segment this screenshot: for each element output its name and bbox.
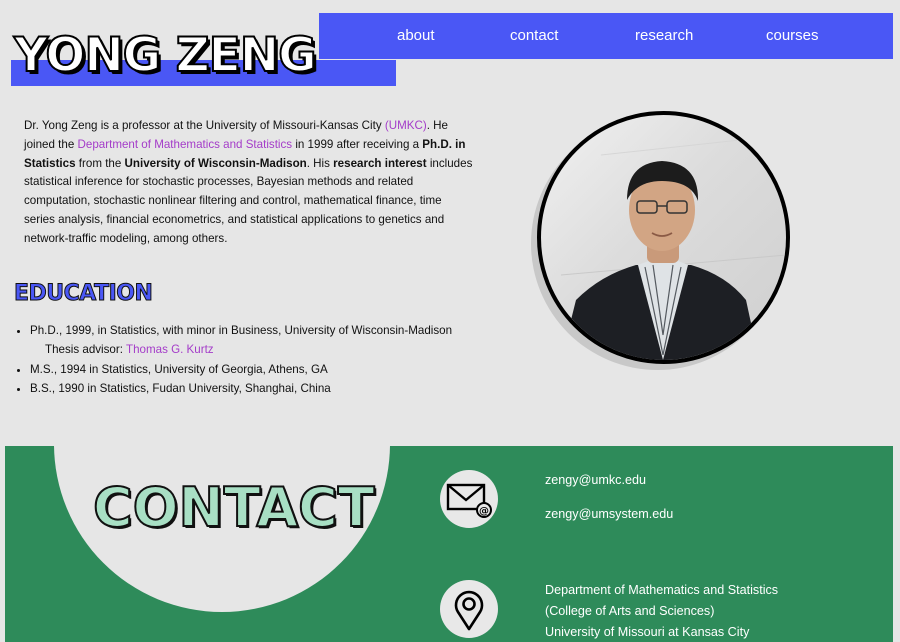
thesis-advisor: Thesis advisor: Thomas G. Kurtz	[30, 340, 452, 359]
address-line-1: Department of Mathematics and Statistics	[545, 583, 779, 597]
list-item: M.S., 1994 in Statistics, University of …	[30, 360, 452, 379]
email-secondary[interactable]: zengy@umsystem.edu	[545, 504, 673, 525]
bio-text: Dr. Yong Zeng is a professor at the Univ…	[24, 119, 385, 132]
advisor-label: Thesis advisor:	[45, 343, 126, 357]
location-pin-icon	[440, 580, 498, 638]
svg-text:@: @	[479, 506, 489, 517]
education-list: Ph.D., 1999, in Statistics, with minor i…	[14, 321, 452, 399]
portrait-illustration	[560, 134, 786, 360]
umkc-link[interactable]: (UMKC)	[385, 119, 427, 132]
nav-contact[interactable]: contact	[510, 27, 558, 44]
advisor-link[interactable]: Thomas G. Kurtz	[126, 343, 214, 356]
bio-university: University of Wisconsin-Madison	[124, 156, 307, 170]
department-link[interactable]: Department of Mathematics and Statistics	[78, 138, 293, 151]
education-item-text: Ph.D., 1999, in Statistics, with minor i…	[30, 324, 453, 337]
top-nav: about contact research courses	[319, 13, 893, 59]
profile-photo	[531, 111, 796, 371]
address-line-2: (College of Arts and Sciences)	[545, 604, 715, 618]
bio-text: in 1999 after receiving a	[292, 137, 423, 151]
email-icon: @	[440, 470, 498, 528]
bio-paragraph: Dr. Yong Zeng is a professor at the Univ…	[24, 117, 474, 249]
email-primary[interactable]: zengy@umkc.edu	[545, 470, 646, 491]
page-title: YONG ZENG	[13, 28, 318, 83]
contact-heading: CONTACT	[92, 476, 376, 539]
avatar	[537, 111, 790, 364]
list-item: Ph.D., 1999, in Statistics, with minor i…	[30, 321, 452, 360]
nav-research[interactable]: research	[635, 27, 693, 44]
bio-research-interest: research interest	[333, 156, 427, 170]
nav-about[interactable]: about	[397, 27, 435, 44]
list-item: B.S., 1990 in Statistics, Fudan Universi…	[30, 379, 452, 398]
contact-section: CONTACT @ zengy@umkc.edu zengy@umsystem.…	[5, 446, 893, 642]
education-heading: EDUCATION	[13, 281, 153, 306]
bio-text: . His	[306, 156, 334, 170]
address-line-3: University of Missouri at Kansas City	[545, 625, 750, 639]
bio-text: from the	[75, 156, 125, 170]
nav-courses[interactable]: courses	[766, 27, 819, 44]
